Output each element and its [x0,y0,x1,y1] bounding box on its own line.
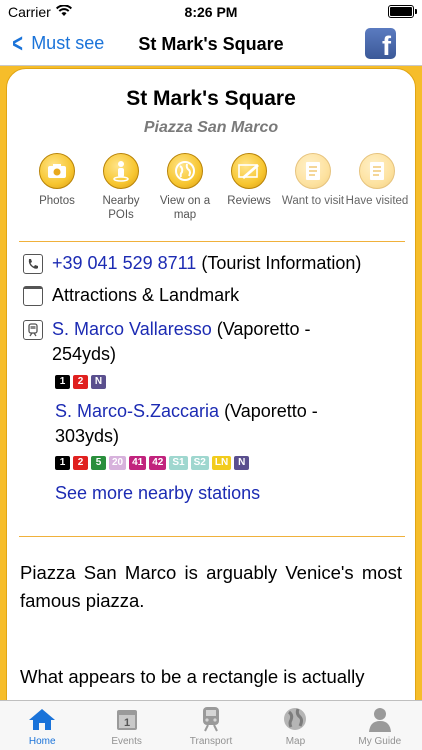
checklist-icon [295,153,331,189]
more-stations-link[interactable]: See more nearby stations [55,481,260,506]
section-divider [19,536,405,537]
calendar-icon: 1 [113,706,141,732]
category-row: Attractions & Landmark [23,283,239,308]
line-badge: 42 [149,456,167,470]
station-link[interactable]: S. Marco Vallaresso [52,319,212,339]
station-detail: (Vaporetto - [216,319,311,339]
line-badges: 1 2 N [55,375,106,389]
place-local-name: Piazza San Marco [143,119,279,136]
phone-row: +39 041 529 8711 (Tourist Information) [23,251,361,276]
action-label: Nearby POIs [102,195,140,221]
line-badge: 1 [55,375,70,389]
station-row: S. Marco-S.Zaccaria (Vaporetto - 303yds) [55,399,365,449]
more-stations-row: See more nearby stations [55,481,260,506]
action-label: Reviews [227,195,271,207]
line-badge: 2 [73,456,88,470]
line-badge: N [234,456,250,470]
user-icon [366,706,394,732]
battery-icon [388,5,417,18]
line-badge: 2 [73,375,88,389]
nav-title: St Mark's Square [138,34,284,54]
station-detail: (Vaporetto - [224,401,318,421]
tab-label: My Guide [358,736,402,747]
detail-card: St Mark's Square Piazza San Marco Photos… [6,68,416,708]
action-label: Photos [39,195,75,207]
train-icon [197,706,225,732]
category-label: Attractions & Landmark [52,285,240,305]
phone-number-link[interactable]: +39 041 529 8711 [52,253,196,273]
station-distance: 254yds) [52,344,117,364]
navigation-bar: < Must see St Mark's Square f [0,24,422,66]
photos-button[interactable]: Photos [25,153,89,222]
phone-note: (Tourist Information) [201,253,362,273]
status-bar: Carrier 8:26 PM [0,0,422,24]
tab-bar: Home 1 Events Transport Map My Guide [0,700,422,750]
reviews-button[interactable]: Reviews [217,153,281,222]
camera-icon [39,153,75,189]
status-time: 8:26 PM [184,4,238,20]
want-to-visit-button[interactable]: Want to visit [281,153,345,222]
tab-events[interactable]: 1 Events [84,701,168,750]
view-on-map-button[interactable]: View on a map [153,153,217,222]
facebook-icon: f [382,31,391,59]
svg-text:1: 1 [124,717,130,729]
line-badge: LN [211,456,232,470]
line-badge: S1 [169,456,188,470]
line-badge: 20 [109,456,127,470]
home-icon [28,706,56,732]
folder-icon [23,286,43,306]
tab-my-guide[interactable]: My Guide [338,701,422,750]
place-title: St Mark's Square [126,87,296,110]
description-paragraph: What appears to be a rectangle is actual… [20,666,365,687]
person-pin-icon [103,153,139,189]
tab-map[interactable]: Map [253,701,337,750]
tab-home[interactable]: Home [0,701,84,750]
train-icon [23,320,43,340]
line-badge: N [91,375,106,389]
pencil-icon [231,153,267,189]
action-row: Photos Nearby POIs View on a map Reviews [25,153,409,222]
station-row: S. Marco Vallaresso (Vaporetto - 254yds) [23,317,372,367]
nearby-pois-button[interactable]: Nearby POIs [89,153,153,222]
line-badge: 41 [129,456,147,470]
have-visited-button[interactable]: Have visited [345,153,409,222]
tab-label: Events [111,736,142,747]
checklist-icon [359,153,395,189]
line-badge: 5 [91,456,106,470]
action-label: View on a map [159,195,211,221]
globe-icon [167,153,203,189]
facebook-share-button[interactable]: f [365,28,396,59]
content-frame: St Mark's Square Piazza San Marco Photos… [0,66,422,708]
action-label: Want to visit [281,195,345,207]
section-divider [19,241,405,242]
line-badge: S2 [190,456,209,470]
tab-transport[interactable]: Transport [169,701,253,750]
tab-label: Home [28,736,56,747]
line-badges: 1 2 5 20 41 42 S1 S2 LN N [55,456,250,470]
description-paragraph: Piazza San Marco is arguably Venice's mo… [20,562,402,611]
tab-label: Transport [189,736,233,747]
globe-icon [281,706,309,732]
action-label: Have visited [345,195,409,207]
line-badge: 1 [55,456,70,470]
phone-icon [23,254,43,274]
station-link[interactable]: S. Marco-S.Zaccaria [55,401,219,421]
tab-label: Map [285,736,306,747]
station-distance: 303yds) [55,426,120,446]
